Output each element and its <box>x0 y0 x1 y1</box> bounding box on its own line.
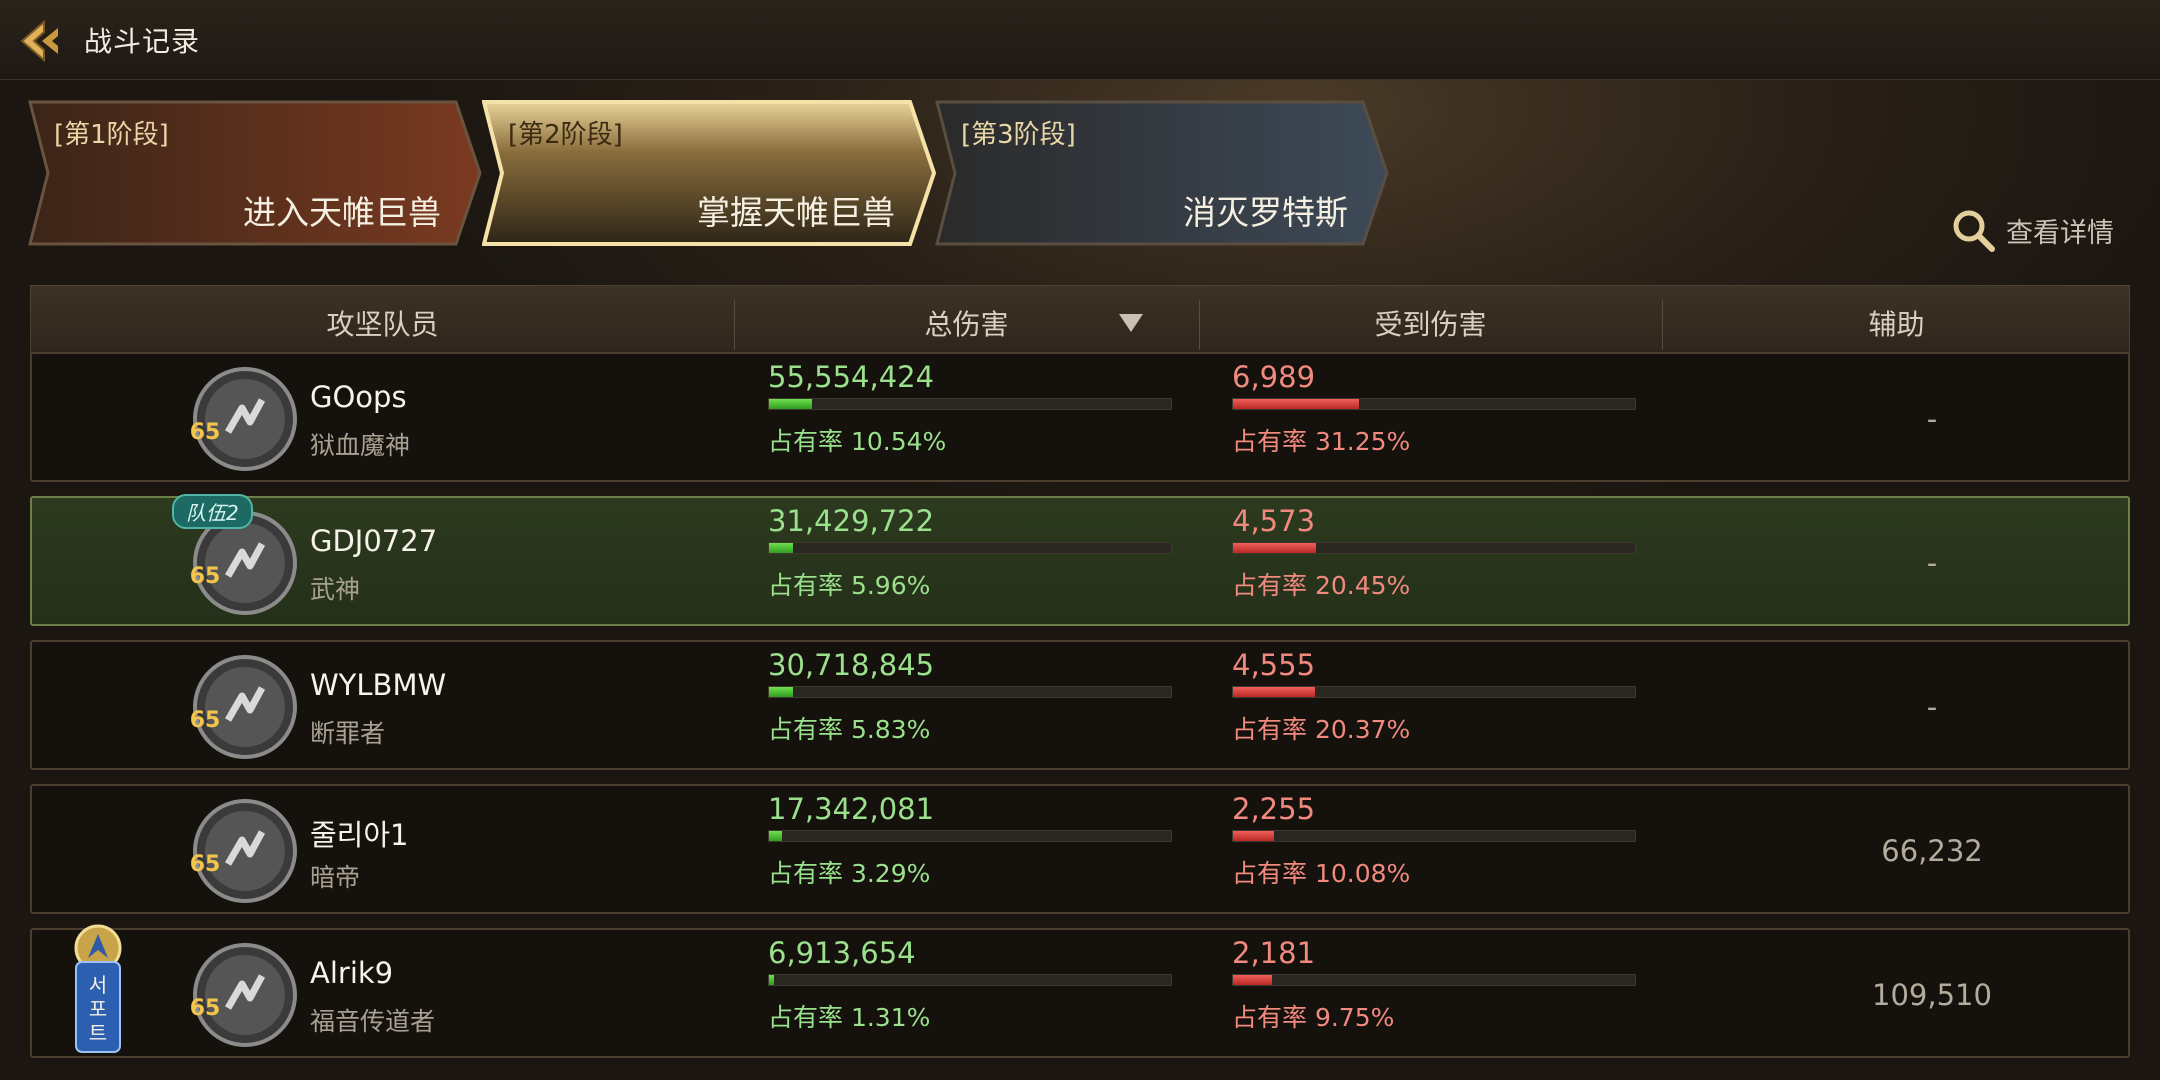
party-badge: 队伍2 <box>172 494 253 529</box>
taken-bar-fill <box>1233 543 1316 553</box>
search-icon <box>1953 210 1995 252</box>
damage-value: 17,342,081 <box>768 792 935 826</box>
taken-bar <box>1232 398 1636 410</box>
player-name: GDJ0727 <box>310 524 438 558</box>
damage-bar <box>768 974 1172 986</box>
player-class: 狱血魔神 <box>310 431 411 460</box>
taken-bar-fill <box>1233 399 1360 409</box>
taken-share: 占有率 9.75% <box>1232 1003 1395 1032</box>
table-row[interactable]: 65 队伍2 GDJ0727 武神 31,429,722 占有率 5.96% 4,573 占有… <box>30 494 2130 626</box>
assist-value: 66,232 <box>1881 834 1983 868</box>
taken-value: 2,255 <box>1232 792 1316 826</box>
level-badge: 65 <box>189 564 221 589</box>
player-class: 福音传道者 <box>310 1007 436 1036</box>
view-details-button[interactable]: 查看详情 <box>1950 205 2114 255</box>
stage-tab-2-tag: [第2阶段] <box>508 120 623 150</box>
damage-bar-fill <box>769 543 794 553</box>
damage-share: 占有率 10.54% <box>768 427 947 456</box>
damage-value: 31,429,722 <box>768 504 935 538</box>
taken-value: 2,181 <box>1232 936 1316 970</box>
top-bar: 战斗记录 <box>0 0 2160 80</box>
damage-bar-fill <box>769 975 775 985</box>
damage-share: 占有率 5.83% <box>768 715 931 744</box>
assist-value: - <box>1926 546 1938 580</box>
level-badge: 65 <box>189 852 221 877</box>
damage-bar <box>768 542 1172 554</box>
damage-value: 30,718,845 <box>768 648 935 682</box>
taken-value: 4,573 <box>1232 504 1316 538</box>
table-header: 攻坚队员 总伤害 受到伤害 辅助 <box>30 285 2130 362</box>
stage-tab-1-tag: [第1阶段] <box>54 120 169 150</box>
player-name: WYLBMW <box>310 668 447 702</box>
taken-share: 占有率 31.25% <box>1232 427 1411 456</box>
stage-tab-1[interactable]: [第1阶段] 进入天帷巨兽 <box>28 100 483 246</box>
stage-tab-2-name: 掌握天帷巨兽 <box>697 193 895 232</box>
taken-value: 4,555 <box>1232 648 1316 682</box>
damage-bar-fill <box>769 399 812 409</box>
stage-tab-3-name: 消灭罗特斯 <box>1183 193 1348 232</box>
player-class: 暗帝 <box>310 863 361 892</box>
taken-value: 6,989 <box>1232 360 1316 394</box>
svg-text:서: 서 <box>89 973 107 997</box>
taken-bar <box>1232 830 1636 842</box>
level-badge: 65 <box>189 708 221 733</box>
page-title: 战斗记录 <box>84 25 201 58</box>
player-class: 断罪者 <box>310 719 386 748</box>
damage-value: 55,554,424 <box>768 360 935 394</box>
assist-value: - <box>1926 402 1938 436</box>
view-details-label: 查看详情 <box>2006 217 2114 249</box>
table-row[interactable]: 65 GOops 狱血魔神 55,554,424 占有率 10.54% 6,989 占有率 … <box>30 352 2130 482</box>
back-arrow-icon[interactable] <box>14 16 64 66</box>
svg-text:트: 트 <box>89 1021 107 1045</box>
player-name: GOops <box>310 380 407 414</box>
taken-bar-fill <box>1233 687 1316 697</box>
player-name: Alrik9 <box>310 956 394 990</box>
taken-bar-fill <box>1233 831 1274 841</box>
level-badge: 65 <box>189 996 221 1021</box>
taken-share: 占有率 10.08% <box>1232 859 1411 888</box>
taken-bar <box>1232 686 1636 698</box>
taken-bar <box>1232 542 1636 554</box>
assist-value: 109,510 <box>1872 978 1992 1012</box>
stage-tab-3-tag: [第3阶段] <box>961 120 1076 150</box>
svg-text:포: 포 <box>89 997 107 1021</box>
table-row[interactable]: 65 줄리아1 暗帝 17,342,081 占有率 3.29% 2,255 占有率 10.0… <box>30 784 2130 914</box>
assist-value: - <box>1926 690 1938 724</box>
damage-bar <box>768 830 1172 842</box>
damage-share: 占有率 1.31% <box>768 1003 931 1032</box>
damage-share: 占有率 5.96% <box>768 571 931 600</box>
damage-bar-fill <box>769 831 783 841</box>
stage-tab-1-name: 进入天帷巨兽 <box>243 193 441 232</box>
taken-share: 占有率 20.45% <box>1232 571 1411 600</box>
taken-share: 占有率 20.37% <box>1232 715 1411 744</box>
taken-bar-fill <box>1233 975 1273 985</box>
damage-value: 6,913,654 <box>768 936 916 970</box>
damage-bar <box>768 398 1172 410</box>
support-badge-icon: 서 포 트 <box>74 924 122 1053</box>
table-row[interactable]: 서 포 트 65 Alrik9 福音传道者 6,913,654 占有率 1.31% 2,1… <box>30 924 2130 1058</box>
stage-tab-3[interactable]: [第3阶段] 消灭罗特斯 <box>935 100 1390 246</box>
table-row[interactable]: 65 WYLBMW 断罪者 30,718,845 占有率 5.83% 4,555 占有率 2… <box>30 640 2130 770</box>
stage-tab-2[interactable]: [第2阶段] 掌握天帷巨兽 <box>482 100 937 246</box>
damage-bar-fill <box>769 687 793 697</box>
sort-desc-icon[interactable] <box>1119 314 1143 332</box>
damage-share: 占有率 3.29% <box>768 859 931 888</box>
taken-bar <box>1232 974 1636 986</box>
player-class: 武神 <box>310 575 361 604</box>
damage-bar <box>768 686 1172 698</box>
player-name: 줄리아1 <box>310 818 409 852</box>
level-badge: 65 <box>189 420 221 445</box>
